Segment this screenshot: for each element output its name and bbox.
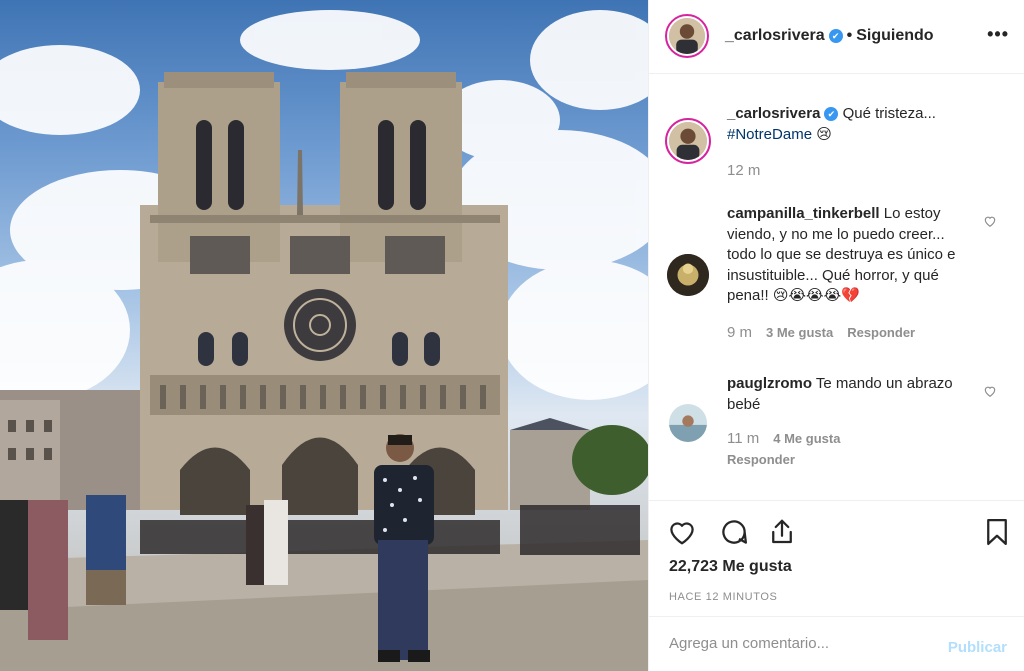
comment-likes[interactable]: 3 Me gusta [766,325,833,340]
author-username[interactable]: _carlosrivera [725,27,825,44]
commenter-avatar-image [667,254,709,296]
action-bar [649,500,1024,560]
comment-like-heart-icon[interactable] [983,214,997,228]
comment-meta-reply: Responder [727,452,809,467]
commenter-avatar[interactable] [667,254,709,296]
caption-text: _carlosrivera ✔ Qué tristeza... #NotreDam… [727,104,977,145]
caption-username[interactable]: _carlosrivera [727,105,820,122]
author-line: _carlosrivera ✔ • Siguiendo [725,27,934,45]
comment-text: campanilla_tinkerbell Lo estoy viendo, y… [727,204,977,307]
verified-badge-icon: ✔ [828,29,843,43]
post-header: _carlosrivera ✔ • Siguiendo ••• [649,0,1024,74]
comment-meta: 9 m 3 Me gusta Responder [727,324,929,341]
caption-meta: 12 m [727,162,774,179]
comment-username[interactable]: pauglzromo [727,375,812,392]
comment-like-heart-icon[interactable] [983,384,997,398]
posted-time[interactable]: HACE 12 MINUTOS [669,591,777,603]
comment-text: pauglzromo Te mando un abrazo bebé [727,374,977,415]
commenter-avatar[interactable] [669,404,707,442]
hashtag-link[interactable]: #NotreDame [727,126,812,143]
reply-button[interactable]: Responder [727,452,795,467]
author-avatar[interactable] [665,14,709,58]
comment-time[interactable]: 11 m [727,430,759,447]
commenter-avatar-image [669,404,707,442]
verified-badge-icon: ✔ [824,107,839,121]
caption-avatar-image [669,122,707,160]
following-button[interactable]: Siguiendo [856,27,933,44]
publish-button[interactable]: Publicar [948,639,1007,656]
caption-body: Qué tristeza... [838,105,936,122]
more-options-icon[interactable]: ••• [987,24,1009,45]
caption-emoji: 😢 [816,125,832,143]
separator-dot: • [846,27,853,44]
comment-meta: 11 m 4 Me gusta [727,430,854,447]
comment-box: Publicar [649,616,1024,671]
heart-icon[interactable] [667,517,697,547]
post-side-panel: _carlosrivera ✔ • Siguiendo ••• _carlosrive… [648,0,1024,671]
comment-icon[interactable] [719,517,749,547]
caption-time[interactable]: 12 m [727,162,760,179]
comment-time[interactable]: 9 m [727,324,752,341]
share-icon[interactable] [767,517,797,547]
bookmark-icon[interactable] [982,517,1012,547]
reply-button[interactable]: Responder [847,325,915,340]
comment-username[interactable]: campanilla_tinkerbell [727,205,880,222]
post-photo[interactable] [0,0,648,671]
author-avatar-image [669,18,705,54]
notre-dame-photo [0,10,648,671]
comment-likes[interactable]: 4 Me gusta [773,431,840,446]
caption-avatar[interactable] [665,118,711,164]
add-comment-input[interactable] [669,635,929,652]
likes-count[interactable]: 22,723 Me gusta [669,558,792,576]
